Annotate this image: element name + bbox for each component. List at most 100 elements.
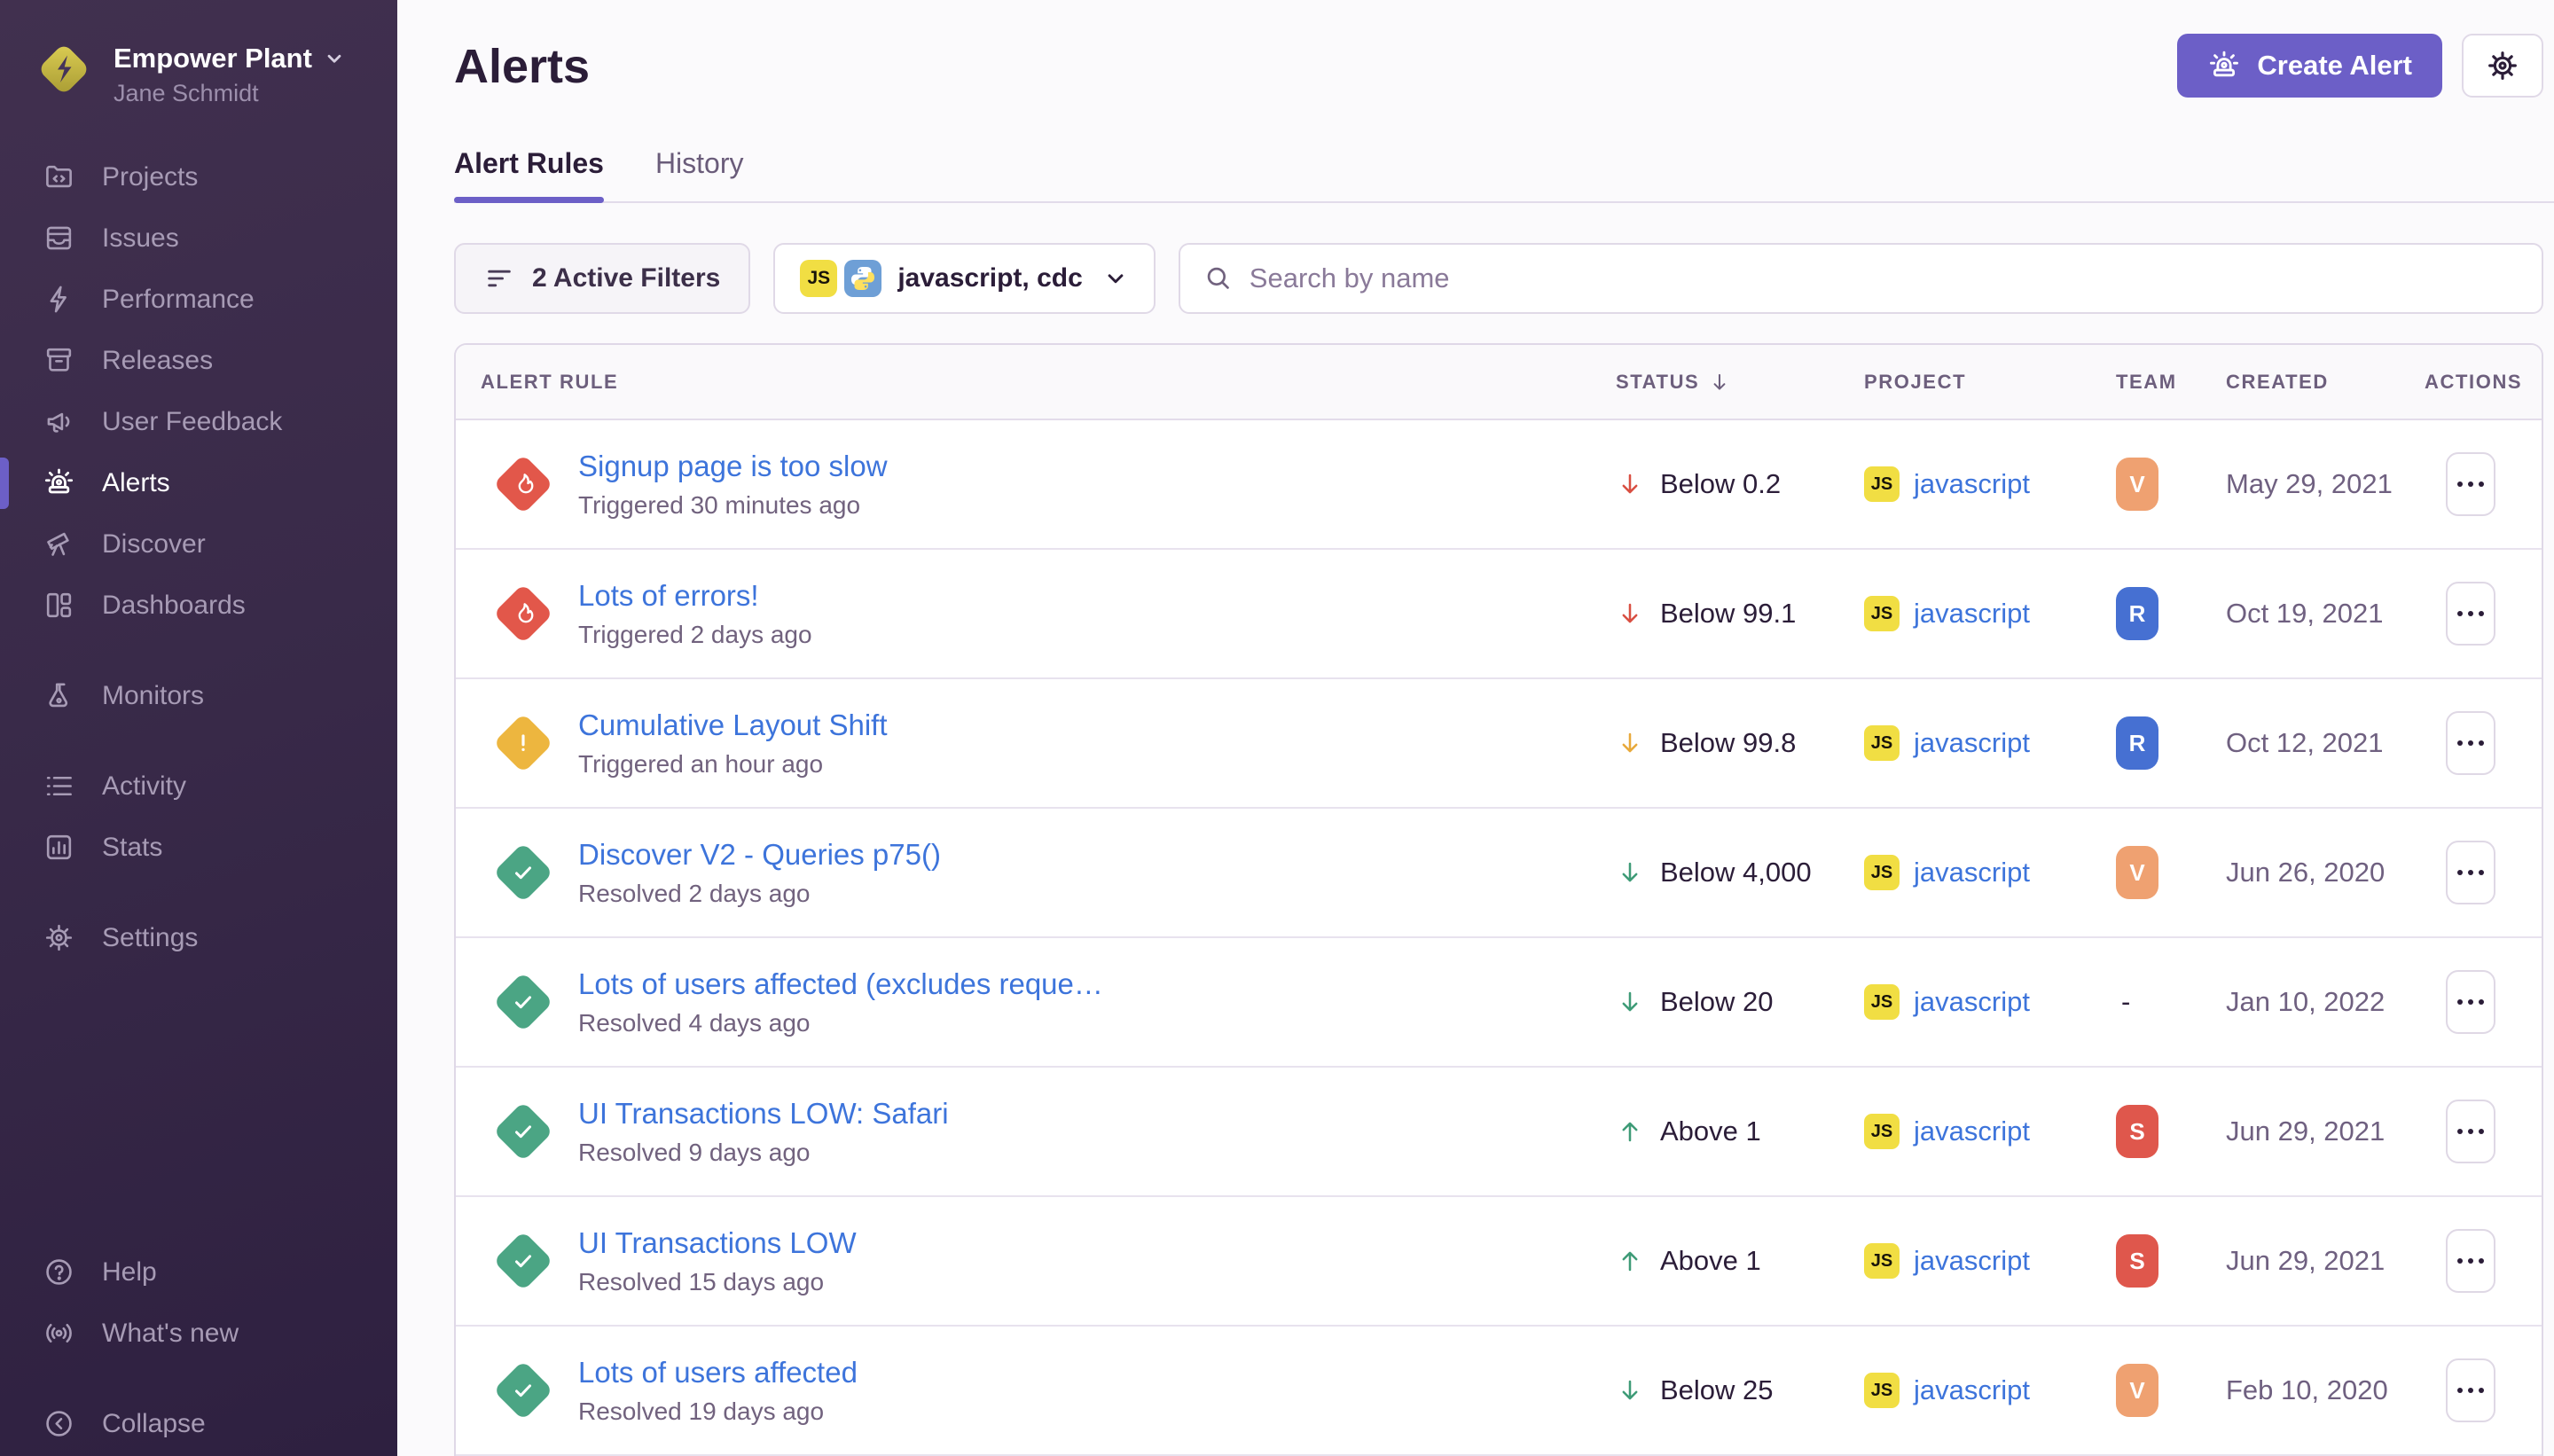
project-link[interactable]: javascript [1914, 986, 2030, 1018]
alert-rule-link[interactable]: Signup page is too slow [578, 450, 888, 483]
alert-rule-link[interactable]: Lots of errors! [578, 579, 812, 613]
flask-icon [43, 679, 75, 712]
column-header-project: Project [1864, 371, 2116, 394]
sidebar-item-monitors[interactable]: Monitors [0, 665, 397, 726]
lightning-icon [43, 283, 75, 316]
project-link[interactable]: javascript [1914, 1115, 2030, 1147]
search-icon [1203, 263, 1234, 294]
tab-history[interactable]: History [655, 147, 744, 201]
page-title: Alerts [454, 39, 590, 94]
project-cell: JS javascript [1864, 984, 2116, 1020]
column-header-team: Team [2116, 371, 2226, 394]
column-header-status[interactable]: Status [1616, 371, 1864, 394]
project-link[interactable]: javascript [1914, 598, 2030, 630]
severity-resolved-icon [495, 974, 552, 1030]
alert-rule-link[interactable]: Lots of users affected [578, 1356, 858, 1389]
row-actions-button[interactable] [2446, 1358, 2495, 1422]
sidebar-item-whats-new[interactable]: What's new [0, 1303, 397, 1364]
team-avatar[interactable]: R [2116, 587, 2158, 640]
alert-rule-link[interactable]: UI Transactions LOW: Safari [578, 1097, 949, 1131]
check-icon [507, 986, 539, 1018]
project-link[interactable]: javascript [1914, 468, 2030, 500]
status-value: Above 1 [1660, 1245, 1761, 1277]
created-date: Jun 29, 2021 [2226, 1245, 2425, 1277]
status-cell: Below 99.8 [1616, 727, 1864, 759]
actions-cell [2425, 582, 2542, 646]
sidebar-item-settings[interactable]: Settings [0, 907, 397, 968]
sidebar-item-performance[interactable]: Performance [0, 269, 397, 330]
team-cell: S [2116, 1105, 2226, 1158]
project-selector[interactable]: JS javascript, cdc [773, 243, 1155, 314]
severity-resolved-icon [495, 1103, 552, 1160]
status-value: Below 99.8 [1660, 727, 1796, 759]
sidebar-collapse-button[interactable]: Collapse [0, 1393, 397, 1454]
active-filters-button[interactable]: 2 Active Filters [454, 243, 750, 314]
sidebar-item-activity[interactable]: Activity [0, 755, 397, 817]
team-avatar[interactable]: S [2116, 1234, 2158, 1288]
sidebar-item-projects[interactable]: Projects [0, 146, 397, 207]
project-link[interactable]: javascript [1914, 1245, 2030, 1277]
project-link[interactable]: javascript [1914, 1374, 2030, 1406]
created-date: Jun 26, 2020 [2226, 857, 2425, 888]
create-alert-button[interactable]: Create Alert [2177, 34, 2442, 98]
siren-icon [43, 466, 75, 499]
tab-alert-rules[interactable]: Alert Rules [454, 147, 604, 201]
sidebar: Empower Plant Jane Schmidt Projects Issu… [0, 0, 397, 1456]
sidebar-item-releases[interactable]: Releases [0, 330, 397, 391]
alert-rule-row: Lots of users affected (excludes reque… … [456, 938, 2542, 1068]
row-actions-button[interactable] [2446, 841, 2495, 904]
sidebar-item-discover[interactable]: Discover [0, 513, 397, 575]
team-avatar[interactable]: V [2116, 1364, 2158, 1417]
check-icon [507, 1245, 539, 1277]
team-avatar[interactable]: V [2116, 846, 2158, 899]
sidebar-item-alerts[interactable]: Alerts [0, 452, 397, 513]
team-avatar[interactable]: V [2116, 458, 2158, 511]
main-content: Alerts Create Alert Alert Rules History … [397, 0, 2554, 1456]
sidebar-item-stats[interactable]: Stats [0, 817, 397, 878]
arrow-down-icon [1616, 1376, 1644, 1405]
javascript-icon: JS [1864, 466, 1900, 502]
project-cell: JS javascript [1864, 1373, 2116, 1408]
team-avatar[interactable]: R [2116, 716, 2158, 770]
telescope-icon [43, 528, 75, 560]
org-switcher[interactable]: Empower Plant Jane Schmidt [0, 35, 397, 107]
sidebar-item-user-feedback[interactable]: User Feedback [0, 391, 397, 452]
row-actions-button[interactable] [2446, 582, 2495, 646]
row-actions-button[interactable] [2446, 1100, 2495, 1163]
team-avatar[interactable]: S [2116, 1105, 2158, 1158]
check-icon [507, 1115, 539, 1147]
project-link[interactable]: javascript [1914, 857, 2030, 888]
actions-cell [2425, 970, 2542, 1034]
list-icon [43, 770, 75, 802]
alert-rule-link[interactable]: Discover V2 - Queries p75() [578, 838, 941, 872]
severity-critical-icon [495, 456, 552, 513]
project-link[interactable]: javascript [1914, 727, 2030, 759]
arrow-up-icon [1616, 1247, 1644, 1275]
alert-rule-link[interactable]: Cumulative Layout Shift [578, 708, 888, 742]
alert-rule-link[interactable]: UI Transactions LOW [578, 1226, 857, 1260]
column-header-actions: Actions [2425, 371, 2542, 394]
alert-rule-trigger-text: Resolved 19 days ago [578, 1397, 858, 1426]
status-cell: Above 1 [1616, 1115, 1864, 1147]
filter-icon [484, 263, 514, 294]
row-actions-button[interactable] [2446, 711, 2495, 775]
sidebar-item-help[interactable]: Help [0, 1241, 397, 1303]
team-cell: S [2116, 1234, 2226, 1288]
alert-rule-link[interactable]: Lots of users affected (excludes reque… [578, 967, 1103, 1001]
javascript-icon: JS [1864, 855, 1900, 890]
actions-cell [2425, 841, 2542, 904]
row-actions-button[interactable] [2446, 452, 2495, 516]
dashboard-grid-icon [43, 589, 75, 622]
alert-rules-table: Alert Rule Status Project Team Created A… [454, 343, 2543, 1456]
search-input[interactable] [1250, 262, 2519, 294]
alert-rule-trigger-text: Triggered an hour ago [578, 750, 888, 779]
javascript-icon: JS [1864, 1114, 1900, 1149]
row-actions-button[interactable] [2446, 970, 2495, 1034]
row-actions-button[interactable] [2446, 1229, 2495, 1293]
sidebar-item-issues[interactable]: Issues [0, 207, 397, 269]
column-header-alert-rule: Alert Rule [481, 371, 1616, 394]
alert-rule-row: Lots of errors! Triggered 2 days ago Bel… [456, 550, 2542, 679]
created-date: Jun 29, 2021 [2226, 1115, 2425, 1147]
alerts-settings-button[interactable] [2462, 34, 2543, 98]
sidebar-item-dashboards[interactable]: Dashboards [0, 575, 397, 636]
